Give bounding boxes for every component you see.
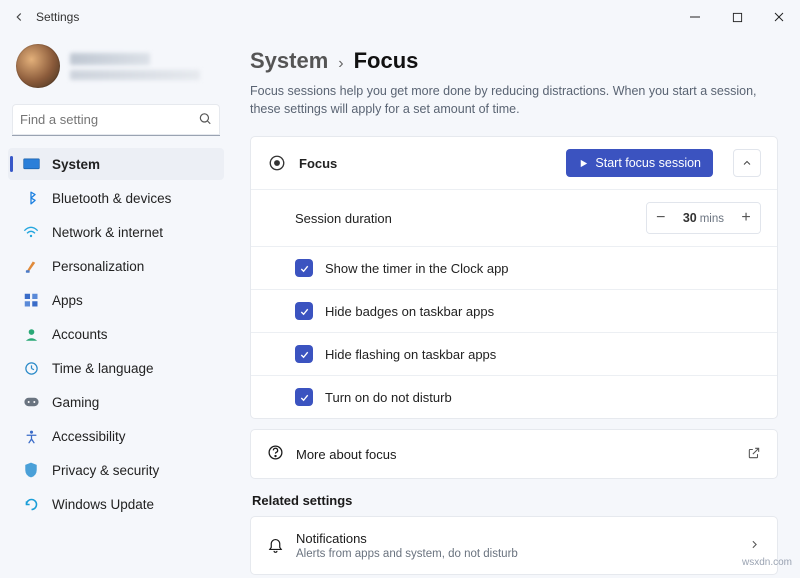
notifications-subtitle: Alerts from apps and system, do not dist… (296, 548, 736, 560)
sidebar-item-label: Accessibility (52, 429, 126, 444)
chevron-right-icon: › (338, 55, 343, 73)
sidebar-item-label: Bluetooth & devices (52, 191, 171, 206)
sidebar-item-time-language[interactable]: Time & language (8, 352, 224, 384)
gamepad-icon (22, 393, 40, 411)
external-link-icon (747, 446, 761, 463)
paintbrush-icon (22, 257, 40, 275)
sidebar-item-apps[interactable]: Apps (8, 284, 224, 316)
checkbox-hide-badges[interactable] (295, 302, 313, 320)
more-about-focus-link[interactable]: More about focus (251, 430, 777, 478)
sidebar-item-bluetooth[interactable]: Bluetooth & devices (8, 182, 224, 214)
sidebar-item-accounts[interactable]: Accounts (8, 318, 224, 350)
monitor-icon (22, 155, 40, 173)
sidebar-item-label: Personalization (52, 259, 144, 274)
user-profile[interactable] (8, 38, 224, 102)
clock-globe-icon (22, 359, 40, 377)
notifications-setting-link[interactable]: Notifications Alerts from apps and syste… (251, 517, 777, 574)
accessibility-icon (22, 427, 40, 445)
breadcrumb: System › Focus (250, 48, 778, 74)
shield-icon (22, 461, 40, 479)
sidebar-item-gaming[interactable]: Gaming (8, 386, 224, 418)
search-icon (198, 112, 212, 129)
user-email-placeholder (70, 70, 200, 80)
sidebar-item-system[interactable]: System (8, 148, 224, 180)
search-input[interactable] (12, 104, 220, 136)
bluetooth-icon (22, 189, 40, 207)
duration-value: 30 mins (675, 211, 732, 225)
chevron-right-icon (748, 538, 761, 554)
back-button[interactable] (8, 6, 30, 28)
sidebar-item-label: Time & language (52, 361, 154, 376)
avatar (16, 44, 60, 88)
wifi-icon (22, 223, 40, 241)
sidebar-item-label: Privacy & security (52, 463, 159, 478)
user-name-placeholder (70, 53, 150, 65)
person-icon (22, 325, 40, 343)
apps-icon (22, 291, 40, 309)
sidebar-item-privacy[interactable]: Privacy & security (8, 454, 224, 486)
maximize-button[interactable] (716, 3, 758, 31)
breadcrumb-parent[interactable]: System (250, 48, 328, 74)
minimize-button[interactable] (674, 3, 716, 31)
checkbox-show-timer[interactable] (295, 259, 313, 277)
option-label: Turn on do not disturb (325, 390, 761, 405)
sidebar-item-accessibility[interactable]: Accessibility (8, 420, 224, 452)
sidebar-item-label: Accounts (52, 327, 108, 342)
sidebar-item-windows-update[interactable]: Windows Update (8, 488, 224, 520)
duration-increase-button[interactable]: + (732, 203, 760, 233)
sidebar-item-label: System (52, 157, 100, 172)
bell-icon (267, 536, 284, 556)
sidebar-item-label: Gaming (52, 395, 99, 410)
option-label: Show the timer in the Clock app (325, 261, 761, 276)
duration-stepper: − 30 mins + (646, 202, 761, 234)
option-label: Hide flashing on taskbar apps (325, 347, 761, 362)
related-settings-heading: Related settings (252, 493, 778, 508)
watermark: wsxdn.com (742, 557, 792, 568)
app-title: Settings (36, 10, 79, 24)
update-icon (22, 495, 40, 513)
focus-title: Focus (299, 156, 554, 171)
close-button[interactable] (758, 3, 800, 31)
collapse-button[interactable] (733, 149, 761, 177)
focus-icon (267, 153, 287, 173)
option-label: Hide badges on taskbar apps (325, 304, 761, 319)
duration-decrease-button[interactable]: − (647, 203, 675, 233)
sidebar-item-network[interactable]: Network & internet (8, 216, 224, 248)
notifications-title: Notifications (296, 531, 736, 546)
sidebar-item-label: Windows Update (52, 497, 154, 512)
page-description: Focus sessions help you get more done by… (250, 82, 778, 118)
sidebar-item-personalization[interactable]: Personalization (8, 250, 224, 282)
checkbox-do-not-disturb[interactable] (295, 388, 313, 406)
sidebar-item-label: Apps (52, 293, 83, 308)
checkbox-hide-flashing[interactable] (295, 345, 313, 363)
help-icon (267, 444, 284, 464)
session-duration-label: Session duration (295, 211, 634, 226)
start-focus-session-button[interactable]: Start focus session (566, 149, 713, 177)
sidebar-item-label: Network & internet (52, 225, 163, 240)
breadcrumb-current: Focus (354, 48, 419, 74)
